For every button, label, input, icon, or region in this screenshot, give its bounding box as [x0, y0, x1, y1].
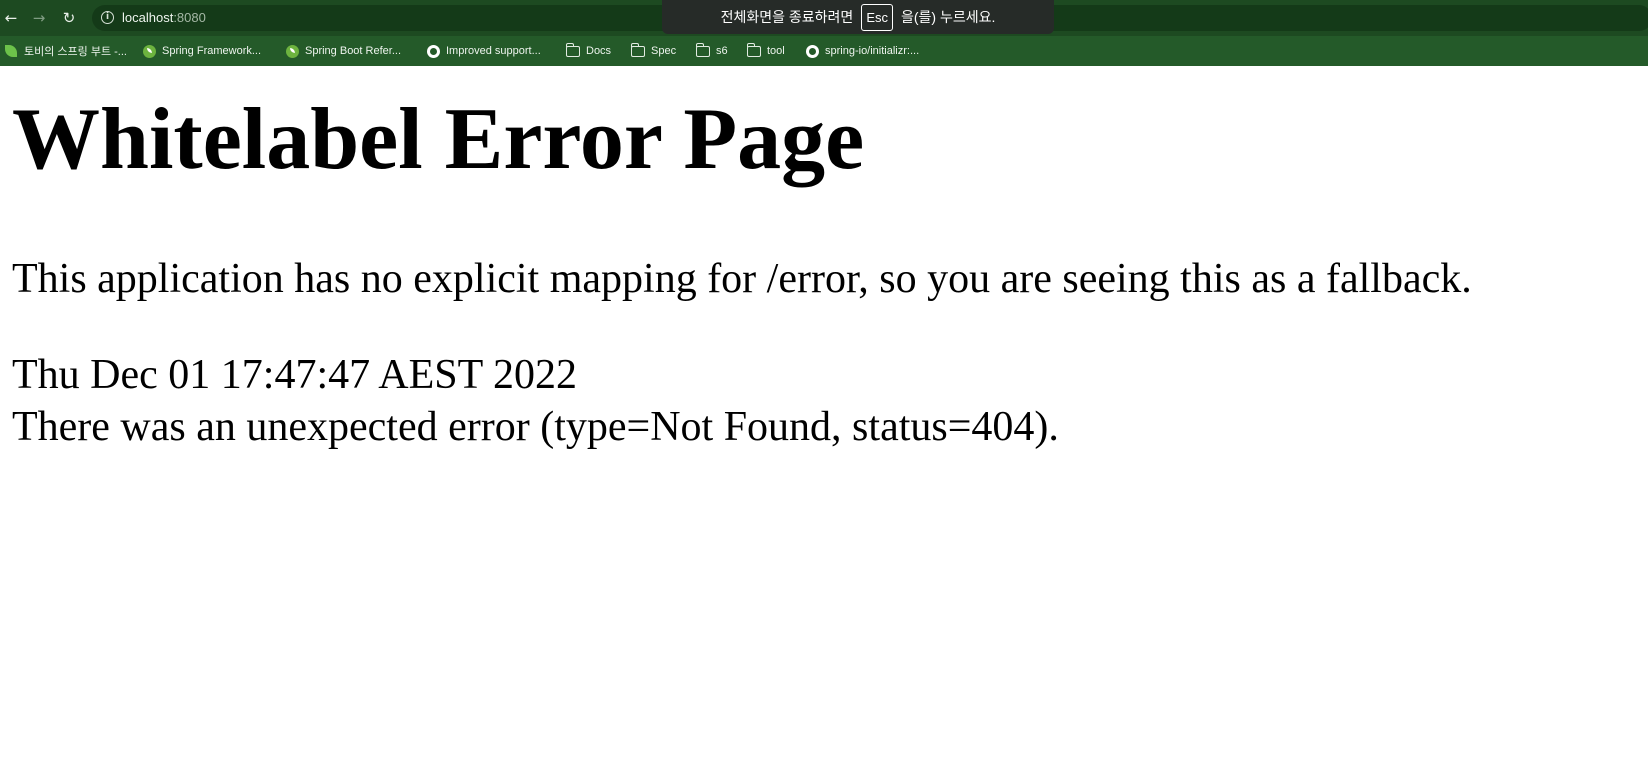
bookmark-label: s6 — [716, 45, 728, 57]
fullscreen-notice-text-after: 을(를) 누르세요. — [900, 9, 996, 25]
bookmark-label: Improved support... — [446, 45, 541, 57]
folder-icon — [747, 42, 761, 58]
bookmark-folder[interactable]: Spec — [631, 42, 677, 59]
bookmark-item[interactable]: spring-io/initializr:... — [805, 43, 919, 59]
bookmark-label: spring-io/initializr:... — [825, 45, 920, 57]
error-timestamp: Thu Dec 01 17:47:47 AEST 2022 — [12, 352, 578, 398]
bookmark-item[interactable]: 토비의 스프링 부트 -... — [4, 43, 127, 59]
esc-key-badge: Esc — [861, 3, 893, 31]
fullscreen-notice-text-before: 전체화면을 종료하려면 — [720, 9, 854, 25]
bookmark-folder[interactable]: s6 — [696, 42, 728, 59]
bookmark-label: Spring Framework... — [162, 45, 262, 57]
bookmark-label: 토비의 스프링 부트 -... — [24, 46, 127, 58]
bookmark-item[interactable]: Improved support... — [426, 43, 541, 59]
bookmark-item[interactable]: Spring Boot Refer... — [285, 43, 401, 59]
site-info-icon[interactable]: i — [101, 11, 114, 24]
leaf-icon — [4, 44, 18, 58]
spring-icon — [142, 44, 156, 58]
bookmark-item[interactable]: Spring Framework... — [142, 43, 261, 59]
forward-arrow-icon[interactable]: → — [28, 7, 50, 29]
back-arrow-icon[interactable]: ← — [0, 7, 22, 29]
folder-icon — [566, 42, 580, 58]
reload-icon[interactable]: ↻ — [58, 7, 80, 29]
github-icon — [426, 44, 440, 58]
github-icon — [805, 44, 819, 58]
bookmark-folder[interactable]: tool — [747, 42, 785, 59]
bookmark-folder[interactable]: Docs — [566, 42, 612, 59]
bookmark-label: Spring Boot Refer... — [305, 45, 401, 57]
page-title: Whitelabel Error Page — [12, 91, 865, 188]
error-details: There was an unexpected error (type=Not … — [12, 404, 1059, 450]
bookmark-label: Docs — [586, 45, 612, 57]
url-text[interactable]: localhost:8080 — [122, 10, 206, 25]
url-host: localhost — [122, 10, 174, 25]
folder-icon — [696, 42, 710, 58]
spring-icon — [285, 44, 299, 58]
fullscreen-exit-notice: 전체화면을 종료하려면 Esc 을(를) 누르세요. — [662, 0, 1054, 34]
url-port: :8080 — [173, 10, 206, 25]
bookmark-label: tool — [767, 45, 785, 57]
folder-icon — [631, 42, 645, 58]
bookmark-label: Spec — [651, 45, 677, 57]
fallback-message: This application has no explicit mapping… — [12, 256, 1472, 302]
bookmarks-bar: 토비의 스프링 부트 -... Spring Framework... Spri… — [0, 36, 1648, 66]
